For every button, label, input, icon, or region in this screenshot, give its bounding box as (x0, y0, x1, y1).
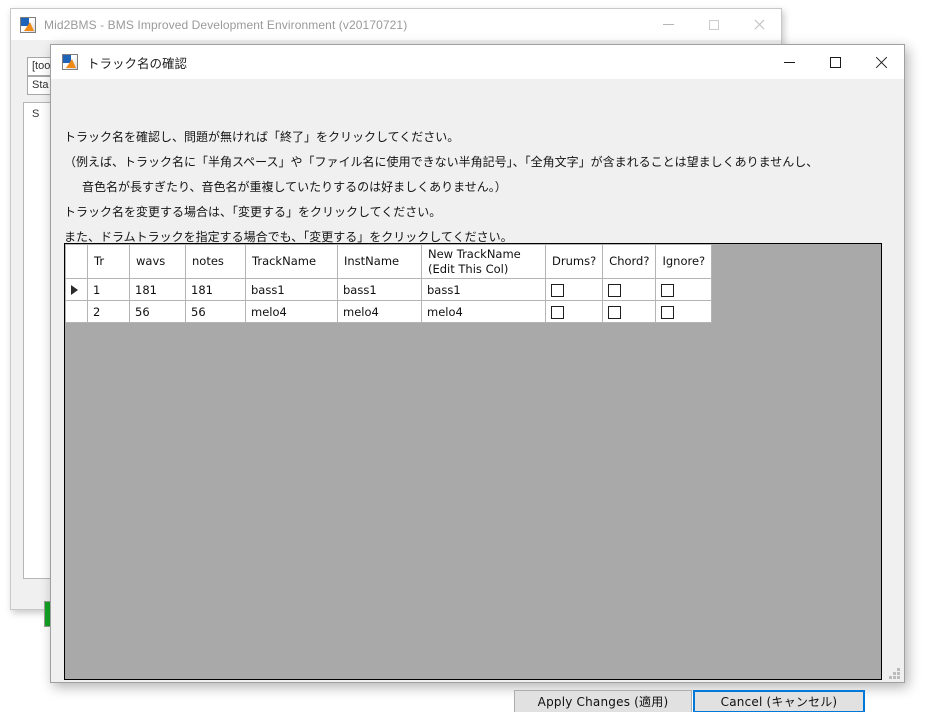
instruction-line-1: トラック名を確認し、問題が無ければ「終了」をクリックしてください。 (64, 130, 460, 144)
cell-new-track-name[interactable]: bass1 (421, 278, 546, 301)
header-track-name[interactable]: TrackName (245, 244, 338, 279)
table-body: 1 181 181 bass1 bass1 bass1 2 56 56 melo… (65, 278, 713, 323)
cell-wavs[interactable]: 56 (129, 300, 186, 323)
close-icon[interactable] (736, 9, 781, 40)
instructions: トラック名を確認し、問題が無ければ「終了」をクリックしてください。 （例えば、ト… (64, 125, 894, 250)
cell-tr[interactable]: 1 (87, 278, 130, 301)
header-chord[interactable]: Chord? (602, 244, 657, 279)
cell-drums-checkbox[interactable] (544, 278, 604, 301)
cell-track-name[interactable]: melo4 (245, 300, 338, 323)
table-row[interactable]: 1 181 181 bass1 bass1 bass1 (65, 278, 713, 301)
track-table[interactable]: Tr wavs notes TrackName InstName New Tra… (65, 244, 713, 323)
drums-checkbox[interactable] (551, 305, 564, 319)
maximize-icon[interactable] (691, 9, 736, 40)
header-tr[interactable]: Tr (87, 244, 130, 279)
row-marker-cell[interactable] (65, 278, 88, 301)
cell-inst-name[interactable]: bass1 (337, 278, 422, 301)
dialog-body: トラック名を確認し、問題が無ければ「終了」をクリックしてください。 （例えば、ト… (51, 79, 904, 712)
cell-drums-checkbox[interactable] (544, 300, 604, 323)
instruction-line-2: （例えば、トラック名に「半角スペース」や「ファイル名に使用できない半角記号」、「… (64, 155, 819, 169)
main-window-controls[interactable] (646, 9, 781, 40)
instruction-line-4: トラック名を変更する場合は、「変更する」をクリックしてください。 (64, 205, 442, 219)
apply-changes-button[interactable]: Apply Changes (適用) (514, 690, 692, 712)
track-grid[interactable]: Tr wavs notes TrackName InstName New Tra… (64, 243, 882, 680)
app-icon (20, 16, 36, 33)
main-window-titlebar[interactable]: Mid2BMS - BMS Improved Development Envir… (11, 9, 781, 40)
header-new-track-name-line1: New TrackName (428, 246, 521, 261)
cell-chord-checkbox[interactable] (602, 278, 657, 301)
app-icon (62, 54, 78, 70)
dialog-titlebar[interactable]: トラック名の確認 (51, 45, 904, 79)
instruction-line-3: 音色名が長すぎたり、音色名が重複していたりするのは好ましくありません。） (82, 180, 507, 194)
cell-wavs[interactable]: 181 (129, 278, 186, 301)
ignore-checkbox[interactable] (661, 283, 675, 297)
row-marker-cell[interactable] (65, 300, 88, 323)
cell-ignore-checkbox[interactable] (655, 278, 713, 301)
chord-checkbox[interactable] (608, 283, 622, 297)
header-notes[interactable]: notes (185, 244, 246, 279)
drums-checkbox[interactable] (551, 283, 564, 297)
cell-track-name[interactable]: bass1 (245, 278, 338, 301)
maximize-icon[interactable] (812, 45, 858, 79)
cancel-button[interactable]: Cancel (キャンセル) (693, 690, 865, 712)
minimize-icon[interactable] (646, 9, 691, 40)
cell-inst-name[interactable]: melo4 (337, 300, 422, 323)
ignore-checkbox[interactable] (661, 305, 675, 319)
current-row-arrow-icon (71, 285, 78, 295)
header-inst-name[interactable]: InstName (337, 244, 422, 279)
cell-chord-checkbox[interactable] (602, 300, 657, 323)
minimize-icon[interactable] (766, 45, 812, 79)
resize-grip[interactable] (887, 666, 900, 679)
screen: Mid2BMS - BMS Improved Development Envir… (0, 0, 936, 712)
header-new-track-name[interactable]: New TrackName (Edit This Col) (421, 244, 546, 279)
dialog-title: トラック名の確認 (87, 56, 188, 71)
header-drums[interactable]: Drums? (544, 244, 604, 279)
chord-checkbox[interactable] (608, 305, 622, 319)
cell-notes[interactable]: 56 (185, 300, 246, 323)
dialog-window-controls[interactable] (766, 45, 904, 79)
header-row: Tr wavs notes TrackName InstName New Tra… (65, 244, 713, 279)
close-icon[interactable] (858, 45, 904, 79)
cell-ignore-checkbox[interactable] (655, 300, 713, 323)
header-new-track-name-line2: (Edit This Col) (428, 261, 509, 276)
table-row[interactable]: 2 56 56 melo4 melo4 melo4 (65, 300, 713, 323)
cell-tr[interactable]: 2 (87, 300, 130, 323)
table-header: Tr wavs notes TrackName InstName New Tra… (65, 244, 713, 279)
header-wavs[interactable]: wavs (129, 244, 186, 279)
main-window-title: Mid2BMS - BMS Improved Development Envir… (44, 17, 408, 32)
cell-notes[interactable]: 181 (185, 278, 246, 301)
cell-new-track-name[interactable]: melo4 (421, 300, 546, 323)
header-row-marker (65, 244, 88, 279)
dialog-footer: Apply Changes (適用) Cancel (キャンセル) (51, 690, 904, 712)
header-ignore[interactable]: Ignore? (655, 244, 713, 279)
track-name-dialog[interactable]: トラック名の確認 トラック名を確認し、問題が無ければ「終了」をクリックしてくださ… (50, 44, 905, 712)
